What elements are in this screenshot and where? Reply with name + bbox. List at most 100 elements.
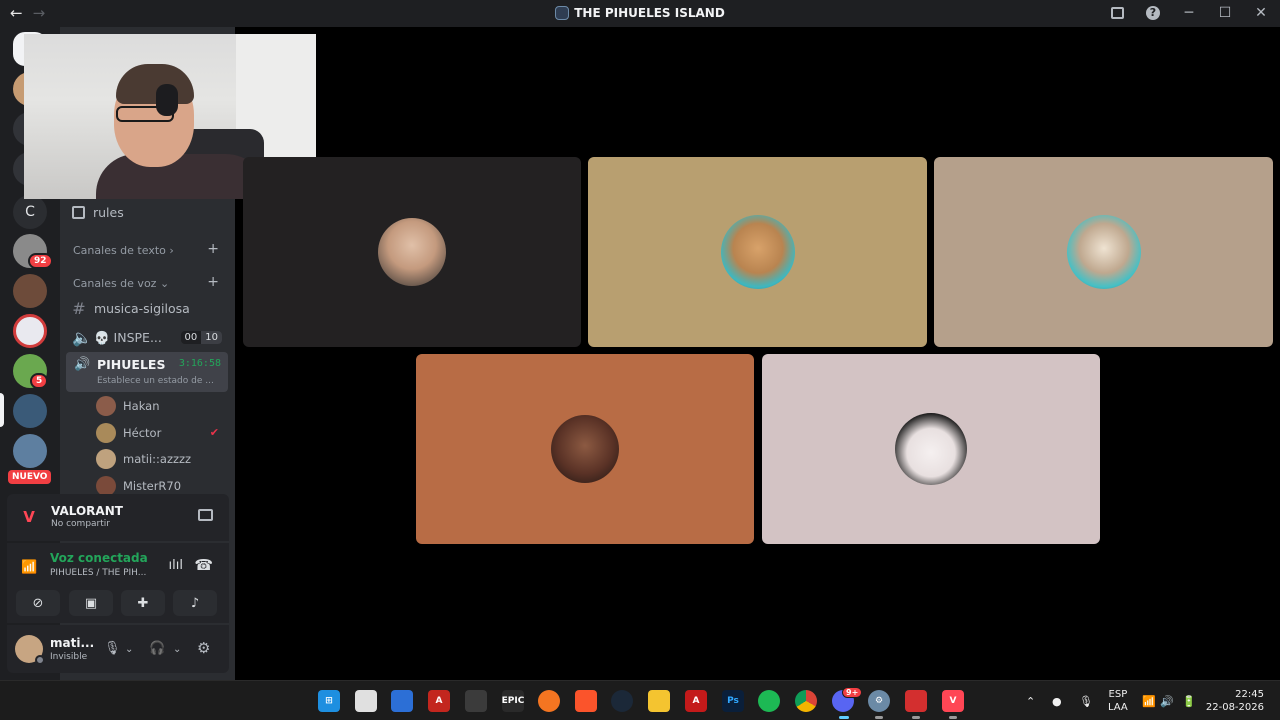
settings-icon[interactable]: ⚙ <box>868 690 890 712</box>
participant-tile[interactable] <box>416 354 754 544</box>
category-voice-channels[interactable]: Canales de voz ⌄ <box>73 277 169 290</box>
disconnect-icon[interactable]: ☎ <box>194 556 213 574</box>
tray-app-icon[interactable]: ● <box>1052 681 1062 720</box>
taskbar: ⊞ A EPIC A Ps 9+ ⚙ V ⌃ ● 🎙 ESP LAA 📶 🔊 🔋… <box>0 680 1280 720</box>
notification-badge: 92 <box>28 253 53 269</box>
add-voice-channel-button[interactable]: + <box>207 274 219 290</box>
voice-member[interactable]: Héctor <box>96 423 161 443</box>
server-icon-active[interactable] <box>13 394 47 428</box>
server-icon <box>555 6 570 20</box>
crunchyroll-icon[interactable] <box>538 690 560 712</box>
autocad-icon[interactable]: A <box>685 690 707 712</box>
file-explorer-icon[interactable] <box>648 690 670 712</box>
avatar <box>96 423 116 443</box>
microphone-icon[interactable]: 🎙 <box>104 641 121 656</box>
chrome-icon[interactable] <box>795 690 817 712</box>
inbox-icon[interactable] <box>1108 4 1126 22</box>
chevron-right-icon: › <box>169 244 174 257</box>
clock[interactable]: 22:45 22-08-2026 <box>1206 688 1264 714</box>
discord-notification-badge: 9+ <box>842 687 863 698</box>
notification-badge: 5 <box>30 373 49 389</box>
voice-channel-inspe[interactable]: 🔈 💀 INSPE... 00 10 <box>72 328 222 347</box>
avatar <box>1066 215 1141 289</box>
spotify-icon[interactable] <box>758 690 780 712</box>
help-icon[interactable]: ? <box>1144 4 1162 22</box>
avatar <box>378 218 446 286</box>
server-icon[interactable] <box>13 274 47 308</box>
server-icon[interactable] <box>13 434 47 468</box>
server-icon-letter[interactable]: C <box>13 195 47 229</box>
participant-tile[interactable] <box>762 354 1100 544</box>
active-app-indicator <box>839 716 849 719</box>
chevron-down-icon[interactable]: ⌄ <box>173 644 181 655</box>
screen-share-icon[interactable] <box>198 509 213 521</box>
participant-tile[interactable] <box>588 157 927 347</box>
photoshop-icon[interactable]: Ps <box>722 690 744 712</box>
window-title: THE PIHUELES ISLAND <box>0 6 1280 20</box>
app-icon[interactable] <box>465 690 487 712</box>
share-screen-button[interactable]: ▣ <box>69 590 113 616</box>
battery-icon[interactable]: 🔋 <box>1182 681 1196 720</box>
gear-icon[interactable]: ⚙ <box>197 639 210 657</box>
channel-musica-sigilosa[interactable]: # musica-sigilosa <box>72 299 190 318</box>
voice-location[interactable]: PIHUELES / THE PIH... <box>50 568 146 578</box>
chevron-down-icon: ⌄ <box>159 277 170 290</box>
voice-timer: 3:16:58 <box>178 358 221 369</box>
valorant-icon: V <box>23 508 35 526</box>
status-indicator <box>35 655 45 665</box>
title-bar: ← → THE PIHUELES ISLAND ? ─ ☐ ✕ <box>0 0 1280 27</box>
selected-server-pill <box>0 393 4 427</box>
user-limit-badge: 00 10 <box>180 331 222 344</box>
minimize-button[interactable]: ─ <box>1180 4 1198 22</box>
server-icon[interactable] <box>13 314 47 348</box>
headphones-icon[interactable]: 🎧 <box>149 641 165 656</box>
title-bar-controls: ? ─ ☐ ✕ <box>1108 4 1270 22</box>
voice-channel-pihueles[interactable]: 🔊 PIHUELES 3:16:58 Establece un estado d… <box>66 352 228 392</box>
voice-member[interactable]: MisterR70 <box>96 476 181 496</box>
task-view-icon[interactable] <box>355 690 377 712</box>
avatar <box>895 413 967 485</box>
brave-icon[interactable] <box>575 690 597 712</box>
voice-member[interactable]: matii::azzzz <box>96 449 191 469</box>
app-icon[interactable] <box>905 690 927 712</box>
set-status-text[interactable]: Establece un estado de ... <box>97 376 214 386</box>
maximize-button[interactable]: ☐ <box>1216 4 1234 22</box>
tray-microphone-icon[interactable]: 🎙 <box>1079 681 1093 720</box>
voice-status: Voz conectada <box>50 551 148 565</box>
activities-button[interactable]: ✚ <box>121 590 165 616</box>
tray-chevron-up-icon[interactable]: ⌃ <box>1026 681 1035 720</box>
participant-tile[interactable] <box>243 157 581 347</box>
valorant-activity-icon: ✔ <box>209 426 219 439</box>
new-badge: NUEVO <box>8 470 52 484</box>
windows-start-icon[interactable]: ⊞ <box>318 690 340 712</box>
soundboard-button[interactable]: ♪ <box>173 590 217 616</box>
valorant-icon[interactable]: V <box>942 690 964 712</box>
chevron-down-icon[interactable]: ⌄ <box>125 644 133 655</box>
speaker-icon: 🔈 <box>72 328 92 347</box>
headset-icon <box>156 84 178 116</box>
app-icon[interactable] <box>391 690 413 712</box>
noise-suppression-icon[interactable]: ılıl <box>169 558 183 573</box>
language-indicator[interactable]: ESP LAA <box>1108 688 1128 714</box>
avatar <box>96 396 116 416</box>
avatar <box>96 476 116 496</box>
epic-games-icon[interactable]: EPIC <box>502 690 524 712</box>
steam-icon[interactable] <box>611 690 633 712</box>
avatar <box>551 415 619 483</box>
category-text-channels[interactable]: Canales de texto › <box>73 244 174 257</box>
acrobat-icon[interactable]: A <box>428 690 450 712</box>
channel-rules[interactable]: rules <box>72 205 124 220</box>
user-panel: mati... Invisible 🎙 ⌄ 🎧 ⌄ ⚙ <box>7 625 229 673</box>
avatar <box>720 215 795 289</box>
add-text-channel-button[interactable]: + <box>207 241 219 257</box>
camera-off-button[interactable]: ⊘ <box>16 590 60 616</box>
participant-tile[interactable] <box>934 157 1273 347</box>
rules-icon <box>72 206 85 219</box>
volume-icon[interactable]: 🔊 <box>1160 681 1174 720</box>
activity-panel: V VALORANT No compartir <box>7 494 229 541</box>
close-button[interactable]: ✕ <box>1252 4 1270 22</box>
wifi-icon[interactable]: 📶 <box>1142 681 1156 720</box>
voice-connection-panel: 📶 Voz conectada PIHUELES / THE PIH... ıl… <box>7 543 229 623</box>
signal-icon[interactable]: 📶 <box>21 560 37 575</box>
voice-member[interactable]: Hakan <box>96 396 160 416</box>
